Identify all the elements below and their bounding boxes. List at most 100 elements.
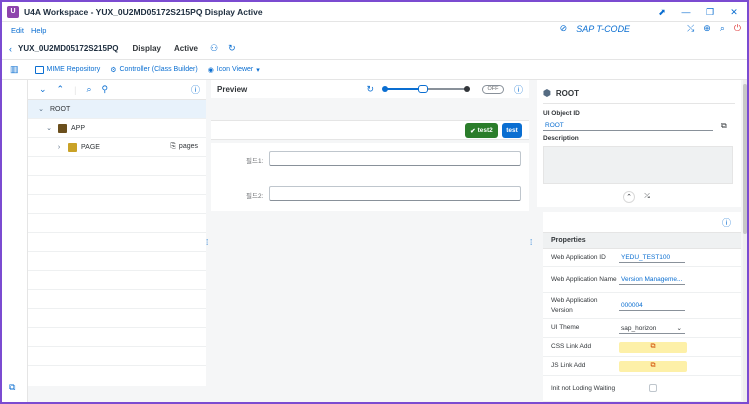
back-icon[interactable]: ‹ — [9, 44, 12, 54]
css-link-button[interactable]: ⧉ — [619, 341, 687, 353]
properties-panel: ⬢ ROOT UI Object ID ROOT ⧉ Description ⌃… — [537, 80, 741, 402]
share-icon[interactable]: ⤯ — [687, 23, 694, 34]
layout-icon[interactable]: ▥ — [10, 64, 19, 75]
tree-node-label: PAGE — [81, 143, 100, 151]
collapse-arrow-icon[interactable]: ⌄ — [44, 124, 54, 132]
binoculars-icon[interactable]: ⚇ — [210, 43, 218, 54]
tree-empty-row — [28, 214, 206, 233]
property-value-cell: ⧉ — [619, 341, 741, 353]
property-row: UI Theme sap_horizon ⌄ — [543, 319, 741, 338]
test-button[interactable]: test — [502, 123, 522, 138]
slider-handle[interactable] — [417, 85, 428, 93]
property-key: Init not Loding Waiting — [551, 384, 616, 392]
js-link-button[interactable]: ⧉ — [619, 360, 687, 372]
mime-icon — [34, 65, 44, 74]
panel-toggle-icon[interactable]: ⧉ — [9, 382, 15, 393]
tree-node-root[interactable]: ⌄ ROOT — [28, 100, 206, 119]
preview-toggle[interactable]: OFF — [481, 84, 504, 94]
collapse-arrow-icon[interactable]: ⌄ — [36, 105, 46, 113]
property-key: JS Link Add — [551, 362, 586, 369]
tree-node-page[interactable]: › PAGE ⎘ pages — [28, 138, 206, 157]
collapse-panel-icon[interactable]: ⌃ — [623, 191, 635, 203]
property-value-cell: ⧉ — [619, 360, 741, 372]
copy-icon[interactable]: ⧉ — [721, 121, 727, 131]
zoom-slider[interactable] — [381, 85, 470, 93]
toggle-label: OFF — [487, 86, 499, 92]
attribute-title: ROOT — [555, 89, 579, 98]
refresh-icon[interactable]: ↻ — [228, 43, 236, 54]
zoom-in-icon[interactable]: ⊕ — [703, 23, 711, 34]
pin-panel-icon[interactable]: ⤯ — [641, 191, 653, 203]
ui-object-id-label: UI Object ID — [543, 110, 580, 117]
test2-button[interactable]: ✔ test2 — [465, 123, 498, 138]
mime-repository-button[interactable]: MIME Repository — [34, 65, 100, 74]
preview-header: Preview ↻ OFF ⓘ — [211, 80, 529, 98]
theme-select[interactable]: sap_horizon ⌄ — [619, 323, 685, 334]
left-rail: ⧉ — [2, 80, 28, 402]
tree-empty-row — [28, 271, 206, 290]
close-icon[interactable]: ✕ — [727, 5, 741, 19]
help-icon[interactable]: ⓘ — [191, 83, 200, 96]
maximize-icon[interactable]: ❐ — [703, 5, 717, 19]
tree-empty-row — [28, 309, 206, 328]
icon-viewer-icon: ◉ — [207, 66, 214, 74]
field2-input[interactable] — [269, 186, 521, 201]
slider-start — [381, 86, 388, 92]
tree-node-app[interactable]: ⌄ APP — [28, 119, 206, 138]
menu-edit[interactable]: Edit — [11, 26, 24, 35]
property-key: Web Application Version — [551, 296, 598, 314]
minimize-icon[interactable]: — — [679, 5, 693, 19]
property-value-cell: 000004 — [619, 300, 741, 311]
app-logo: U — [7, 5, 19, 18]
property-value-cell — [619, 383, 741, 394]
ui-object-id-row: ROOT ⧉ — [543, 120, 735, 131]
controller-button[interactable]: ⚙ Controller (Class Builder) — [110, 66, 197, 74]
slider-end — [463, 86, 470, 92]
menu-help[interactable]: Help — [31, 26, 46, 35]
properties-help-icon[interactable]: ⓘ — [722, 216, 731, 229]
scrollbar-thumb[interactable] — [743, 84, 747, 234]
tree-empty-row — [28, 233, 206, 252]
splitter-handle-left[interactable]: ⁞ — [206, 238, 208, 247]
slider-fill — [385, 88, 422, 90]
icon-viewer-label: Icon Viewer — [216, 66, 254, 73]
property-value-cell: Version Manageme... — [619, 274, 741, 285]
splitter-handle-right[interactable]: ⁞ — [530, 238, 532, 247]
refresh-preview-icon[interactable]: ↻ — [366, 84, 374, 95]
preview-help-icon[interactable]: ⓘ — [514, 83, 523, 96]
property-value-input[interactable]: Version Manageme... — [619, 274, 685, 285]
init-waiting-checkbox[interactable] — [649, 383, 657, 392]
field1-label: 필드1: — [246, 158, 264, 165]
collapse-all-icon[interactable]: ⌃ — [57, 84, 65, 95]
toolbar: ▥ MIME Repository ⚙ Controller (Class Bu… — [2, 60, 747, 80]
property-row: CSS Link Add ⧉ — [543, 338, 741, 357]
app-id: YUX_0U2MD05172S215PQ — [18, 44, 119, 53]
title-bar: U U4A Workspace - YUX_0U2MD05172S215PQ D… — [2, 2, 747, 22]
preview-toolbar-card: ✔ test2 test — [211, 120, 529, 140]
tree-toolbar: ⌄ ⌃ | ⌕ ⚲ ⓘ — [28, 80, 206, 100]
link-add-icon: ⧉ — [650, 362, 656, 369]
tree-empty-row — [28, 157, 206, 176]
power-icon[interactable]: ⏻ — [734, 23, 741, 34]
property-row: Web Application Name Version Manageme... — [543, 267, 741, 293]
tree-empty-row — [28, 328, 206, 347]
pin-icon[interactable]: ⬈ — [655, 5, 669, 19]
toolbar-separator: | — [74, 84, 77, 95]
chevron-down-icon: ▾ — [256, 66, 260, 74]
search-icon[interactable]: ⌕ — [720, 23, 725, 34]
property-value-input[interactable]: YEDU_TEST100 — [619, 252, 685, 263]
header-bar: ‹ YUX_0U2MD05172S215PQ Display Active ⚇ … — [2, 38, 747, 60]
right-scrollbar[interactable] — [743, 80, 747, 402]
field1-input[interactable] — [269, 151, 521, 166]
tcode-label[interactable]: SAP T-CODE — [576, 24, 630, 34]
expand-all-icon[interactable]: ⌄ — [39, 84, 47, 95]
ui-object-id-field[interactable]: ROOT — [543, 120, 713, 131]
description-textarea[interactable] — [543, 146, 733, 184]
icon-viewer-button[interactable]: ◉ Icon Viewer ▾ — [208, 66, 260, 74]
visibility-off-icon[interactable]: ⊘ — [560, 23, 568, 34]
expand-arrow-icon[interactable]: › — [54, 144, 64, 151]
user-search-icon[interactable]: ⚲ — [101, 84, 108, 95]
find-icon[interactable]: ⌕ — [86, 84, 91, 95]
property-value-input[interactable]: 000004 — [619, 300, 685, 311]
attribute-card: ⬢ ROOT UI Object ID ROOT ⧉ Description — [537, 80, 741, 207]
